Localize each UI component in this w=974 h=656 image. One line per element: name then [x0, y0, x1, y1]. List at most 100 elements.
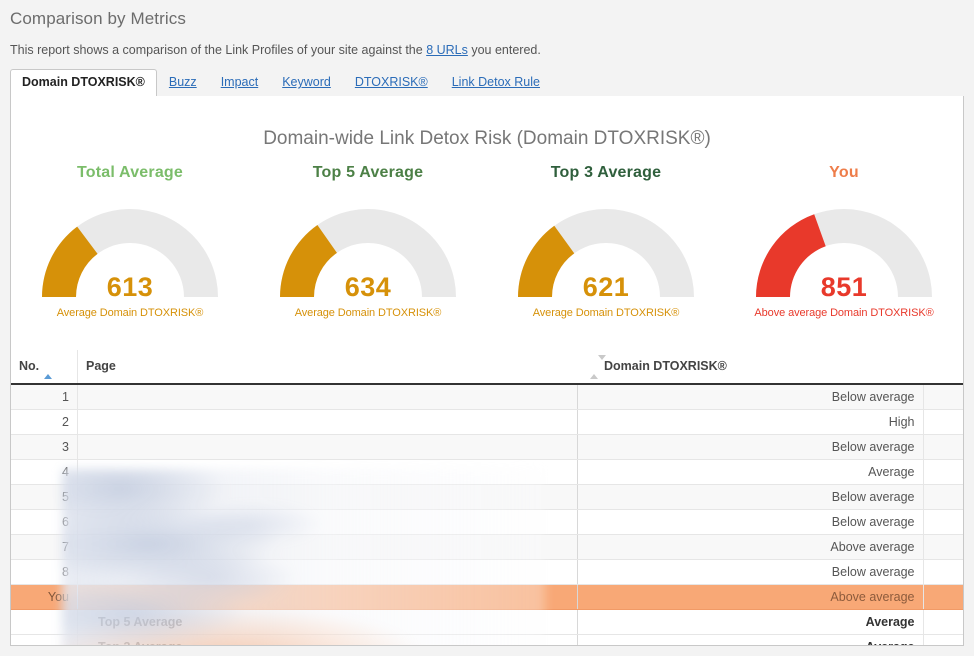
cell-risk: Below average [577, 384, 923, 410]
cell-no [11, 610, 78, 635]
column-header-risk-label: Domain DTOXRISK® [604, 359, 727, 373]
gauge-value-number: 634 [272, 272, 464, 303]
gauge-value-number: 851 [748, 272, 940, 303]
page-title: Comparison by Metrics [10, 9, 186, 29]
subtitle-text-after: you entered. [468, 43, 541, 57]
cell-value: 929 [923, 535, 964, 560]
cell-page [78, 560, 578, 585]
gauge-label: Top 5 Average [249, 164, 487, 182]
gauge-dial: 851 [748, 199, 940, 303]
gauge-3: Top 3 Average 621 Average Domain DTOXRISK® [487, 164, 725, 319]
table-row[interactable]: 1 Below average355 [11, 384, 964, 410]
chart-title: Domain-wide Link Detox Risk (Domain DTOX… [11, 128, 963, 150]
cell-value: 634 [923, 610, 964, 635]
cell-value: 714 [923, 460, 964, 485]
table-row[interactable]: 6 Below average300 [11, 510, 964, 535]
cell-no [11, 635, 78, 647]
table-row[interactable]: 4 Average714 [11, 460, 964, 485]
cell-page [78, 460, 578, 485]
gauge-dial: 621 [510, 199, 702, 303]
cell-no: 2 [11, 410, 78, 435]
gauge-dial: 634 [272, 199, 464, 303]
gauge-4: You 851 Above average Domain DTOXRISK® [725, 164, 963, 319]
gauge-value-number: 621 [510, 272, 702, 303]
tab-bar: Domain DTOXRISK®BuzzImpactKeywordDTOXRIS… [10, 70, 964, 97]
table-row[interactable]: 3 Below average208 [11, 435, 964, 460]
gauge-sublabel: Average Domain DTOXRISK® [11, 307, 249, 319]
tab-keyword[interactable]: Keyword [270, 70, 343, 96]
table-row[interactable]: 2 High1301 [11, 410, 964, 435]
cell-risk: Average [577, 635, 923, 647]
cell-page: Top 5 Average [78, 610, 578, 635]
cell-value: 355 [923, 384, 964, 410]
cell-page: Top 3 Average [78, 635, 578, 647]
gauge-label: Total Average [11, 164, 249, 182]
cell-value: 507 [923, 560, 964, 585]
cell-no: You [11, 585, 78, 610]
cell-no: 7 [11, 535, 78, 560]
table-row[interactable]: 5 Below average593 [11, 485, 964, 510]
cell-risk: Below average [577, 435, 923, 460]
cell-page [78, 535, 578, 560]
subtitle-text-before: This report shows a comparison of the Li… [10, 43, 426, 57]
cell-risk: Below average [577, 510, 923, 535]
table-row-summary[interactable]: Top 3 AverageAverage621 [11, 635, 964, 647]
tab-domain-dtoxrisk[interactable]: Domain DTOXRISK® [10, 69, 157, 97]
cell-no: 3 [11, 435, 78, 460]
gauge-label: Top 3 Average [487, 164, 725, 182]
gauge-label: You [725, 164, 963, 182]
cell-page [78, 410, 578, 435]
tab-dtoxrisk[interactable]: DTOXRISK® [343, 70, 440, 96]
table-head: No. Page Domain DTOXRISK® [11, 350, 964, 384]
table-body: 1Below average3552High13013Below average… [11, 384, 964, 646]
cell-no: 1 [11, 384, 78, 410]
column-header-page-label: Page [86, 359, 116, 373]
tab-impact[interactable]: Impact [209, 70, 271, 96]
comparison-table: No. Page Domain DTOXRISK® 1 Below average… [11, 350, 964, 646]
cell-no: 4 [11, 460, 78, 485]
cell-no: 6 [11, 510, 78, 535]
table-row[interactable]: 8 Below average507 [11, 560, 964, 585]
tab-link-detox-rule[interactable]: Link Detox Rule [440, 70, 552, 96]
column-header-page[interactable]: Page [78, 350, 578, 384]
cell-risk: High [577, 410, 923, 435]
gauge-sublabel: Average Domain DTOXRISK® [249, 307, 487, 319]
table-row-you[interactable]: You Above average851 [11, 585, 964, 610]
table-row-summary[interactable]: Top 5 AverageAverage634 [11, 610, 964, 635]
cell-no: 8 [11, 560, 78, 585]
column-header-no-label: No. [19, 359, 39, 373]
report-page: Comparison by Metrics This report shows … [0, 0, 974, 656]
column-header-value[interactable] [923, 350, 964, 384]
gauge-2: Top 5 Average 634 Average Domain DTOXRISK® [249, 164, 487, 319]
cell-risk: Average [577, 610, 923, 635]
cell-risk: Below average [577, 560, 923, 585]
cell-no: 5 [11, 485, 78, 510]
cell-risk: Below average [577, 485, 923, 510]
cell-page [78, 384, 578, 410]
cell-value: 593 [923, 485, 964, 510]
cell-value: 208 [923, 435, 964, 460]
column-header-no[interactable]: No. [11, 350, 78, 384]
cell-page [78, 585, 578, 610]
page-subtitle: This report shows a comparison of the Li… [10, 43, 541, 57]
tab-buzz[interactable]: Buzz [157, 70, 209, 96]
gauge-sublabel: Above average Domain DTOXRISK® [725, 307, 963, 319]
cell-page [78, 435, 578, 460]
cell-value: 621 [923, 635, 964, 647]
gauge-dial: 613 [34, 199, 226, 303]
cell-risk: Average [577, 460, 923, 485]
cell-page [78, 510, 578, 535]
cell-value: 1301 [923, 410, 964, 435]
table-header-row: No. Page Domain DTOXRISK® [11, 350, 964, 384]
cell-risk: Above average [577, 535, 923, 560]
cell-risk: Above average [577, 585, 923, 610]
gauge-value-number: 613 [34, 272, 226, 303]
gauge-sublabel: Average Domain DTOXRISK® [487, 307, 725, 319]
column-header-risk[interactable]: Domain DTOXRISK® [577, 350, 923, 384]
cell-value: 851 [923, 585, 964, 610]
table-row[interactable]: 7 Above average929 [11, 535, 964, 560]
cell-page [78, 485, 578, 510]
cell-value: 300 [923, 510, 964, 535]
urls-link[interactable]: 8 URLs [426, 43, 468, 57]
report-panel: Domain-wide Link Detox Risk (Domain DTOX… [10, 96, 964, 646]
